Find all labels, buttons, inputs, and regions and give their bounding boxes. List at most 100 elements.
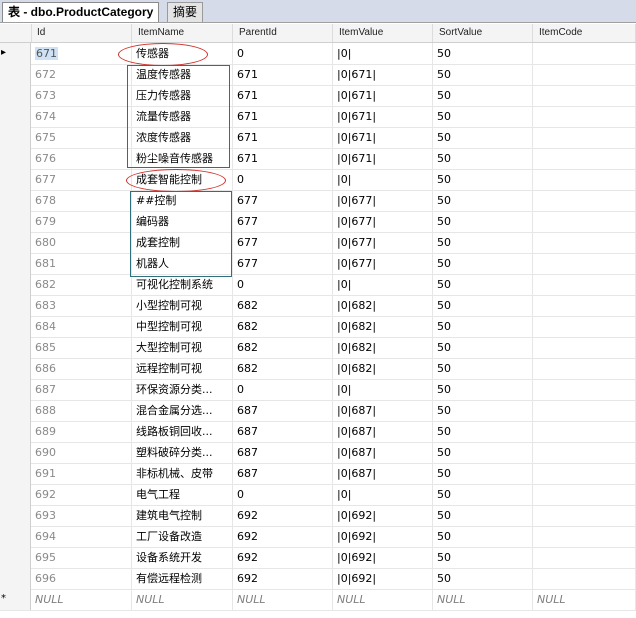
cell-parentid[interactable]: 677 [233, 211, 333, 232]
cell-itemcode[interactable] [533, 526, 636, 547]
cell-sortvalue[interactable]: 50 [433, 295, 533, 316]
cell-id[interactable]: 673 [31, 85, 132, 106]
row-selector[interactable] [0, 232, 31, 253]
cell-id[interactable]: 690 [31, 442, 132, 463]
cell-sortvalue[interactable]: 50 [433, 400, 533, 421]
cell-parentid[interactable]: 671 [233, 148, 333, 169]
cell-itemvalue[interactable]: |0|671| [333, 127, 433, 148]
cell-parentid[interactable]: 682 [233, 337, 333, 358]
cell-itemvalue[interactable]: |0|692| [333, 547, 433, 568]
cell-sortvalue[interactable]: 50 [433, 169, 533, 190]
cell-itemcode[interactable] [533, 442, 636, 463]
cell-parentid[interactable]: 692 [233, 547, 333, 568]
cell-itemname[interactable]: 小型控制可视 [132, 295, 233, 316]
cell-itemname[interactable]: 传感器 [132, 43, 233, 64]
cell-itemcode[interactable] [533, 85, 636, 106]
table-row[interactable]: 682 可视化控制系统 0 |0| 50 [0, 274, 636, 296]
cell-itemvalue[interactable]: |0|682| [333, 337, 433, 358]
new-record-row[interactable]: * NULL NULL NULL NULL NULL NULL [0, 589, 636, 611]
cell-itemvalue[interactable]: |0| [333, 274, 433, 295]
cell-itemcode[interactable] [533, 232, 636, 253]
cell-parentid[interactable]: 692 [233, 526, 333, 547]
cell-id[interactable]: 692 [31, 484, 132, 505]
cell-itemvalue[interactable]: |0|682| [333, 316, 433, 337]
cell-parentid[interactable]: 682 [233, 358, 333, 379]
cell-sortvalue[interactable]: 50 [433, 232, 533, 253]
cell-parentid[interactable]: 671 [233, 85, 333, 106]
new-row-cell-id[interactable]: NULL [31, 589, 132, 610]
table-row[interactable]: 692 电气工程 0 |0| 50 [0, 484, 636, 506]
cell-itemcode[interactable] [533, 547, 636, 568]
cell-itemcode[interactable] [533, 463, 636, 484]
row-selector[interactable] [0, 421, 31, 442]
table-row[interactable]: 688 混合金属分选... 687 |0|687| 50 [0, 400, 636, 422]
cell-itemcode[interactable] [533, 316, 636, 337]
cell-itemvalue[interactable]: |0|677| [333, 232, 433, 253]
row-selector[interactable] [0, 463, 31, 484]
column-header-sortvalue[interactable]: SortValue [433, 24, 533, 42]
row-selector[interactable] [0, 568, 31, 589]
cell-parentid[interactable]: 0 [233, 43, 333, 64]
row-selector[interactable] [0, 379, 31, 400]
table-row[interactable]: 689 线路板铜回收... 687 |0|687| 50 [0, 421, 636, 443]
table-row[interactable]: 677 成套智能控制 0 |0| 50 [0, 169, 636, 191]
cell-itemvalue[interactable]: |0|687| [333, 421, 433, 442]
cell-parentid[interactable]: 677 [233, 232, 333, 253]
row-selector[interactable] [0, 127, 31, 148]
cell-itemvalue[interactable]: |0|671| [333, 148, 433, 169]
cell-parentid[interactable]: 0 [233, 379, 333, 400]
cell-parentid[interactable]: 0 [233, 274, 333, 295]
cell-itemvalue[interactable]: |0|677| [333, 253, 433, 274]
table-row[interactable]: 690 塑料破碎分类... 687 |0|687| 50 [0, 442, 636, 464]
cell-sortvalue[interactable]: 50 [433, 505, 533, 526]
cell-sortvalue[interactable]: 50 [433, 253, 533, 274]
cell-sortvalue[interactable]: 50 [433, 85, 533, 106]
cell-itemname[interactable]: 机器人 [132, 253, 233, 274]
cell-itemcode[interactable] [533, 253, 636, 274]
row-selector[interactable] [0, 253, 31, 274]
cell-id[interactable]: 686 [31, 358, 132, 379]
cell-itemcode[interactable] [533, 400, 636, 421]
cell-sortvalue[interactable]: 50 [433, 106, 533, 127]
cell-itemcode[interactable] [533, 484, 636, 505]
row-selector[interactable] [0, 400, 31, 421]
cell-id[interactable]: 695 [31, 547, 132, 568]
cell-sortvalue[interactable]: 50 [433, 190, 533, 211]
cell-parentid[interactable]: 671 [233, 106, 333, 127]
cell-itemname[interactable]: 温度传感器 [132, 64, 233, 85]
cell-itemname[interactable]: 有偿远程检测 [132, 568, 233, 589]
table-row[interactable]: 675 浓度传感器 671 |0|671| 50 [0, 127, 636, 149]
row-selector[interactable] [0, 337, 31, 358]
cell-id[interactable]: 683 [31, 295, 132, 316]
row-pointer-icon[interactable]: ▸ [0, 43, 31, 64]
cell-itemname[interactable]: 编码器 [132, 211, 233, 232]
new-row-cell-itemvalue[interactable]: NULL [333, 589, 433, 610]
cell-itemvalue[interactable]: |0|687| [333, 442, 433, 463]
cell-sortvalue[interactable]: 50 [433, 379, 533, 400]
cell-id[interactable]: 681 [31, 253, 132, 274]
cell-sortvalue[interactable]: 50 [433, 358, 533, 379]
cell-id[interactable]: 685 [31, 337, 132, 358]
cell-sortvalue[interactable]: 50 [433, 442, 533, 463]
cell-itemname[interactable]: 可视化控制系统 [132, 274, 233, 295]
cell-itemcode[interactable] [533, 106, 636, 127]
cell-sortvalue[interactable]: 50 [433, 484, 533, 505]
cell-itemcode[interactable] [533, 190, 636, 211]
cell-sortvalue[interactable]: 50 [433, 148, 533, 169]
cell-id[interactable]: 687 [31, 379, 132, 400]
cell-itemname[interactable]: 设备系统开发 [132, 547, 233, 568]
cell-id[interactable]: 680 [31, 232, 132, 253]
cell-itemname[interactable]: ##控制 [132, 190, 233, 211]
row-selector[interactable] [0, 547, 31, 568]
row-selector[interactable] [0, 190, 31, 211]
table-row[interactable]: 681 机器人 677 |0|677| 50 [0, 253, 636, 275]
cell-itemvalue[interactable]: |0|671| [333, 64, 433, 85]
new-row-cell-itemname[interactable]: NULL [132, 589, 233, 610]
cell-parentid[interactable]: 677 [233, 190, 333, 211]
cell-itemname[interactable]: 大型控制可视 [132, 337, 233, 358]
tab-productcategory-table[interactable]: 表 - dbo.ProductCategory [2, 2, 160, 22]
cell-itemname[interactable]: 远程控制可视 [132, 358, 233, 379]
table-row[interactable]: 678 ##控制 677 |0|677| 50 [0, 190, 636, 212]
cell-itemcode[interactable] [533, 421, 636, 442]
cell-itemname[interactable]: 电气工程 [132, 484, 233, 505]
